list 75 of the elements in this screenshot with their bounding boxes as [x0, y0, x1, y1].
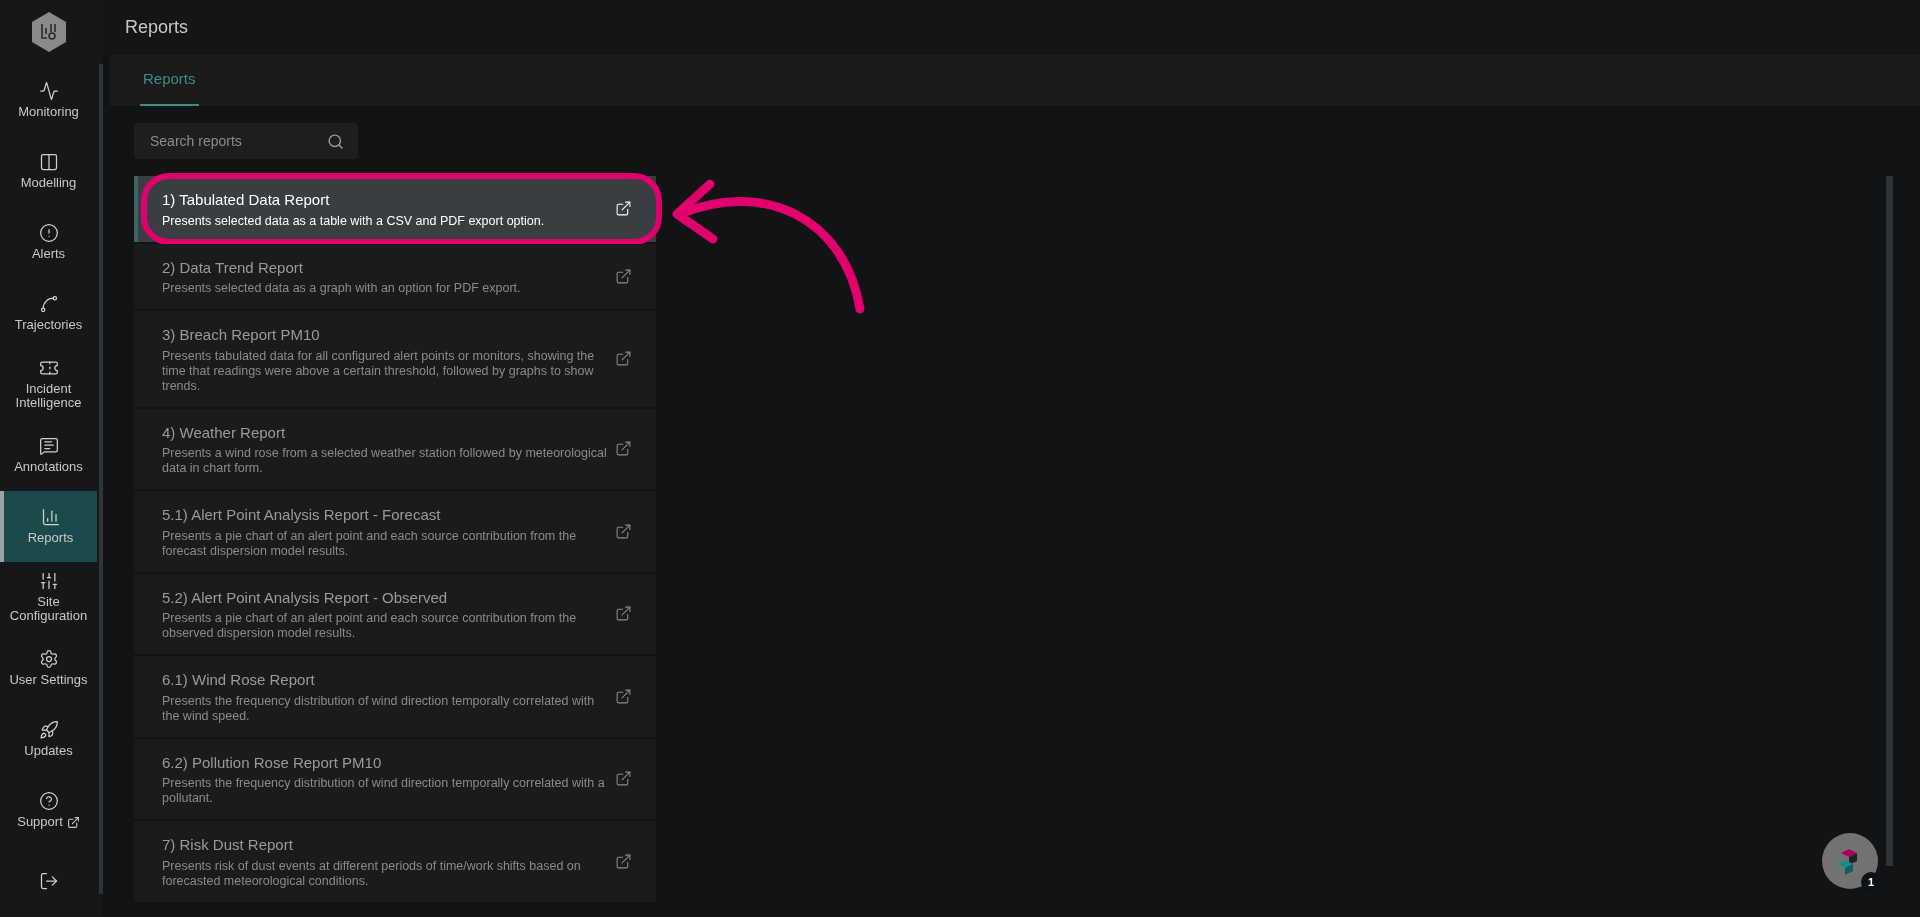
report-description: Presents the frequency distribution of wind direction temporally correlated with a pollutant. [162, 776, 606, 806]
report-description: Presents risk of dust events at different periods of time/work shifts based on forecasted meteorological conditions. [162, 858, 582, 889]
report-title: 5.2) Alert Point Analysis Report - Observed [162, 587, 449, 608]
sidebar-item[interactable]: Incident Intelligence [0, 348, 97, 420]
sidebar-item[interactable]: User Settings [0, 632, 97, 704]
rocket-icon [38, 720, 59, 741]
alert-icon [38, 222, 59, 243]
report-title: 4) Weather Report [162, 422, 287, 443]
tab[interactable]: Reports [140, 55, 199, 106]
logout-icon [38, 871, 59, 892]
report-description: Presents a pie chart of an alert point and each source contribution from the observed dispersion model results. [162, 611, 578, 641]
report-title: 7) Risk Dust Report [162, 835, 294, 855]
sidebar-label: User Settings [9, 673, 88, 688]
sidebar-label: Trajectories [14, 317, 83, 332]
settings-icon [38, 649, 59, 670]
report-item[interactable]: 2) Data Trend Report Presents selected data as a graph with an option for PDF export. [134, 243, 656, 309]
bar-chart-icon [40, 507, 61, 528]
report-item[interactable]: 3) Breach Report PM10 Presents tabulated data for all configured alert points or monitors, showing the time that readings were above a certain threshold, followed by graphs to show trends. [134, 311, 656, 407]
report-description: Presents a pie chart of an alert point and each source contribution from the forecast dispersion model results. [162, 528, 578, 559]
external-link-icon[interactable] [615, 687, 632, 705]
scrollbar[interactable] [1886, 176, 1893, 866]
pulse-icon [38, 80, 59, 101]
search-icon [327, 133, 344, 150]
notification-badge: 1 [1861, 872, 1881, 892]
sidebar-label: Support [17, 815, 63, 830]
sidebar-label: Annotations [14, 460, 83, 475]
report-description: Presents selected data as a table with a CSV and PDF export option. [162, 213, 546, 229]
external-link-icon[interactable] [615, 852, 632, 870]
sliders-icon [38, 571, 59, 592]
sidebar-item[interactable]: Reports [0, 490, 97, 562]
comment-icon [38, 436, 59, 457]
report-item[interactable]: 4) Weather Report Presents a wind rose from a selected weather station followed by meteorological data in chart form. [134, 408, 656, 489]
external-link-icon[interactable] [615, 522, 632, 540]
report-item[interactable]: 7) Risk Dust Report Presents risk of dust events at different periods of time/work shifts based on forecasted meteorological conditions. [134, 821, 656, 902]
report-description: Presents selected data as a graph with an option for PDF export. [162, 281, 522, 296]
report-description: Presents tabulated data for all configured alert points or monitors, showing the time that readings were above a certain threshold, followed by graphs to show trends. [162, 348, 596, 394]
report-item[interactable]: 6.2) Pollution Rose Report PM10 Presents the frequency distribution of wind direction temporally correlated with a pollutant. [134, 738, 656, 819]
sidebar-item[interactable]: Support [0, 774, 97, 846]
report-title: 5.1) Alert Point Analysis Report - Forecast [162, 505, 442, 525]
report-description: Presents a wind rose from a selected weather station followed by meteorological data in chart form. [162, 446, 607, 476]
report-title: 6.2) Pollution Rose Report PM10 [162, 752, 383, 773]
sidebar-label: Updates [24, 744, 73, 759]
external-link-icon[interactable] [615, 267, 632, 285]
external-link-icon[interactable] [615, 350, 632, 368]
sidebar-item[interactable]: Annotations [0, 419, 97, 491]
sidebar-item[interactable]: Trajectories [0, 277, 97, 349]
curve-icon [38, 293, 59, 314]
search-field[interactable]: Search reports [134, 123, 358, 159]
report-title: 3) Breach Report PM10 [162, 325, 321, 345]
report-title: 1) Tabulated Data Report [162, 190, 331, 210]
sidebar-item[interactable]: Monitoring [0, 64, 97, 136]
sidebar-label: Monitoring [18, 104, 79, 119]
report-item[interactable]: 5.2) Alert Point Analysis Report - Observed Presents a pie chart of an alert point and each source contribution from the observed dispersion model results. [134, 573, 656, 654]
external-link-icon[interactable] [615, 440, 632, 458]
sidebar-label: Incident Intelligence [14, 382, 83, 411]
report-title: 2) Data Trend Report [162, 257, 304, 278]
report-description: Presents the frequency distribution of wind direction temporally correlated with the wind speed. [162, 693, 596, 724]
external-link-icon[interactable] [615, 200, 632, 218]
sidebar-item[interactable]: Alerts [0, 206, 97, 278]
sidebar-label: Modelling [20, 175, 77, 190]
sidebar-label: Site Configuration [8, 595, 89, 624]
sidebar-item[interactable]: Modelling [0, 135, 97, 207]
help-button[interactable]: 1 [1822, 833, 1878, 889]
report-title: 6.1) Wind Rose Report [162, 670, 316, 690]
external-link-icon[interactable] [615, 605, 632, 623]
sidebar-item[interactable]: Site Configuration [0, 561, 97, 633]
report-item[interactable]: 5.1) Alert Point Analysis Report - Forecast Presents a pie chart of an alert point and each source contribution from the forecast dispersion model results. [134, 491, 656, 572]
help-icon [38, 791, 59, 812]
columns-icon [38, 151, 59, 172]
sidebar-item[interactable]: Updates [0, 703, 97, 775]
report-item[interactable]: 6.1) Wind Rose Report Presents the frequency distribution of wind direction temporally correlated with the wind speed. [134, 656, 656, 737]
external-link-icon[interactable] [615, 770, 632, 788]
sidebar-label: Alerts [31, 246, 66, 261]
page-title: Reports [125, 16, 189, 39]
sidebar-label: Reports [27, 531, 74, 546]
